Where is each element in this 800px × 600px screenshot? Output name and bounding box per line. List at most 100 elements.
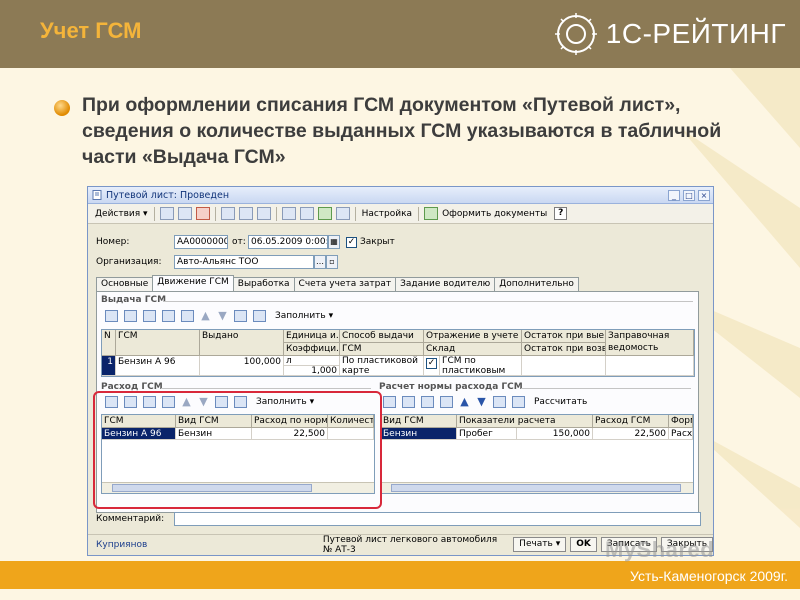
sort-desc-icon[interactable] bbox=[512, 396, 525, 408]
col-reflect[interactable]: Отражение в учете bbox=[424, 330, 522, 343]
add-row-icon[interactable] bbox=[383, 396, 396, 408]
col-quantity[interactable]: Количество bbox=[328, 415, 374, 428]
cell-issued[interactable]: 100,000 bbox=[200, 356, 284, 376]
post-icon[interactable] bbox=[317, 207, 332, 220]
col-rest-out[interactable]: Остаток при вые... bbox=[522, 330, 606, 343]
cell-n[interactable]: 1 bbox=[102, 356, 116, 376]
tab-main[interactable]: Основные bbox=[96, 277, 154, 291]
move-up-icon[interactable]: ▲ bbox=[459, 396, 470, 408]
horizontal-scrollbar[interactable] bbox=[381, 482, 693, 493]
refresh-icon[interactable] bbox=[220, 207, 235, 220]
sort-asc-icon[interactable] bbox=[215, 396, 228, 408]
col-issued[interactable]: Выдано bbox=[200, 330, 284, 356]
move-down-icon[interactable]: ▼ bbox=[476, 396, 487, 408]
subordinate-icon[interactable] bbox=[256, 207, 271, 220]
sort-desc-icon[interactable] bbox=[253, 310, 266, 322]
move-down-icon[interactable]: ▼ bbox=[198, 396, 209, 408]
calendar-icon[interactable]: ▦ bbox=[328, 235, 340, 249]
col-fuel-type[interactable]: Вид ГСМ bbox=[381, 415, 457, 428]
copy-row-icon[interactable] bbox=[124, 310, 137, 322]
scroll-thumb[interactable] bbox=[112, 484, 312, 492]
sort-asc-icon[interactable] bbox=[493, 396, 506, 408]
horizontal-scrollbar[interactable] bbox=[102, 482, 374, 493]
copy-row-icon[interactable] bbox=[124, 396, 137, 408]
edit-row-icon[interactable] bbox=[143, 396, 156, 408]
tab-additional[interactable]: Дополнительно bbox=[494, 277, 579, 291]
calculate-button[interactable]: Рассчитать bbox=[531, 397, 590, 407]
cell-method[interactable]: По пластиковой карте bbox=[340, 356, 424, 376]
col-coef[interactable]: Коэффици... bbox=[284, 343, 340, 356]
actions-menu[interactable]: Действия ▾ bbox=[92, 208, 151, 220]
copy-icon[interactable] bbox=[159, 207, 174, 220]
open-icon[interactable]: ▫ bbox=[326, 255, 338, 269]
move-up-icon[interactable]: ▲ bbox=[200, 310, 211, 322]
help-button[interactable]: ? bbox=[554, 207, 568, 220]
delete-icon[interactable] bbox=[195, 207, 210, 220]
select-button[interactable]: … bbox=[314, 255, 326, 269]
col-norm-consumption[interactable]: Расход по норме bbox=[252, 415, 328, 428]
list-icon[interactable] bbox=[281, 207, 296, 220]
add-row-icon[interactable] bbox=[105, 310, 118, 322]
closed-checkbox[interactable]: ✓ bbox=[346, 236, 357, 248]
edit-row-icon[interactable] bbox=[421, 396, 434, 408]
cell-indicator-value[interactable]: 150,000 bbox=[517, 428, 593, 440]
end-edit-icon[interactable] bbox=[181, 310, 194, 322]
maximize-button[interactable]: □ bbox=[683, 189, 695, 201]
cell-reflect[interactable]: ✓ bbox=[424, 356, 440, 376]
structure-icon[interactable] bbox=[238, 207, 253, 220]
col-method-sub[interactable]: ГСМ bbox=[340, 343, 424, 356]
edit-icon[interactable] bbox=[177, 207, 192, 220]
cell-fuel-type[interactable]: Бензин bbox=[381, 428, 457, 440]
delete-row-icon[interactable] bbox=[162, 396, 175, 408]
fill-consumption-button[interactable]: Заполнить ▾ bbox=[253, 397, 317, 407]
ok-button[interactable]: OK bbox=[570, 537, 597, 552]
cell-sheet[interactable] bbox=[606, 356, 694, 376]
sort-asc-icon[interactable] bbox=[234, 310, 247, 322]
cell-fuel[interactable]: Бензин А 96 bbox=[102, 428, 176, 440]
cell-warehouse[interactable]: ГСМ по пластиковым bbox=[440, 356, 522, 376]
comment-field[interactable] bbox=[174, 512, 701, 526]
move-up-icon[interactable]: ▲ bbox=[181, 396, 192, 408]
col-n[interactable]: N bbox=[102, 330, 116, 356]
cell-norm[interactable]: 22,500 bbox=[252, 428, 328, 440]
tab-fuel-movement[interactable]: Движение ГСМ bbox=[152, 275, 234, 291]
date-field[interactable]: 06.05.2009 0:00:00 bbox=[248, 235, 328, 249]
add-row-icon[interactable] bbox=[105, 396, 118, 408]
col-fuel[interactable]: ГСМ bbox=[116, 330, 200, 356]
cell-fuel-type[interactable]: Бензин bbox=[176, 428, 252, 440]
delete-row-icon[interactable] bbox=[440, 396, 453, 408]
close-window-button[interactable]: × bbox=[698, 189, 710, 201]
tab-cost-accounts[interactable]: Счета учета затрат bbox=[293, 277, 397, 291]
cell-rest[interactable] bbox=[522, 356, 606, 376]
col-unit[interactable]: Единица и... bbox=[284, 330, 340, 343]
cell-unit[interactable]: л bbox=[284, 356, 340, 366]
col-fuel-type[interactable]: Вид ГСМ bbox=[176, 415, 252, 428]
reflect-checkbox[interactable]: ✓ bbox=[426, 358, 437, 369]
cell-fuel-consumption[interactable]: 22,500 bbox=[593, 428, 669, 440]
copy-row-icon[interactable] bbox=[402, 396, 415, 408]
tab-driver-task[interactable]: Задание водителю bbox=[395, 277, 496, 291]
fill-issue-button[interactable]: Заполнить ▾ bbox=[272, 311, 336, 321]
cell-fuel[interactable]: Бензин А 96 bbox=[116, 356, 200, 376]
cell-indicator[interactable]: Пробег bbox=[457, 428, 517, 440]
cell-coef[interactable]: 1,000 bbox=[284, 366, 340, 376]
sort-desc-icon[interactable] bbox=[234, 396, 247, 408]
col-fuel-consumption[interactable]: Расход ГСМ bbox=[593, 415, 669, 428]
col-indicators[interactable]: Показатели расчета bbox=[457, 415, 593, 428]
col-fuel[interactable]: ГСМ bbox=[102, 415, 176, 428]
col-warehouse[interactable]: Склад bbox=[424, 343, 522, 356]
scroll-thumb[interactable] bbox=[391, 484, 681, 492]
minimize-button[interactable]: _ bbox=[668, 189, 680, 201]
move-down-icon[interactable]: ▼ bbox=[217, 310, 228, 322]
col-sheet[interactable]: Заправочная ведомость bbox=[606, 330, 694, 356]
delete-row-icon[interactable] bbox=[162, 310, 175, 322]
report-icon[interactable] bbox=[335, 207, 350, 220]
col-method[interactable]: Способ выдачи bbox=[340, 330, 424, 343]
make-documents-button[interactable]: Оформить документы bbox=[439, 209, 550, 219]
print-button[interactable]: Печать ▾ bbox=[513, 537, 567, 552]
col-rest-ret[interactable]: Остаток при возв... bbox=[522, 343, 606, 356]
tab-output[interactable]: Выработка bbox=[232, 277, 295, 291]
movements-icon[interactable] bbox=[299, 207, 314, 220]
settings-button[interactable]: Настройка bbox=[359, 209, 416, 219]
col-formula[interactable]: Форм bbox=[669, 415, 693, 428]
